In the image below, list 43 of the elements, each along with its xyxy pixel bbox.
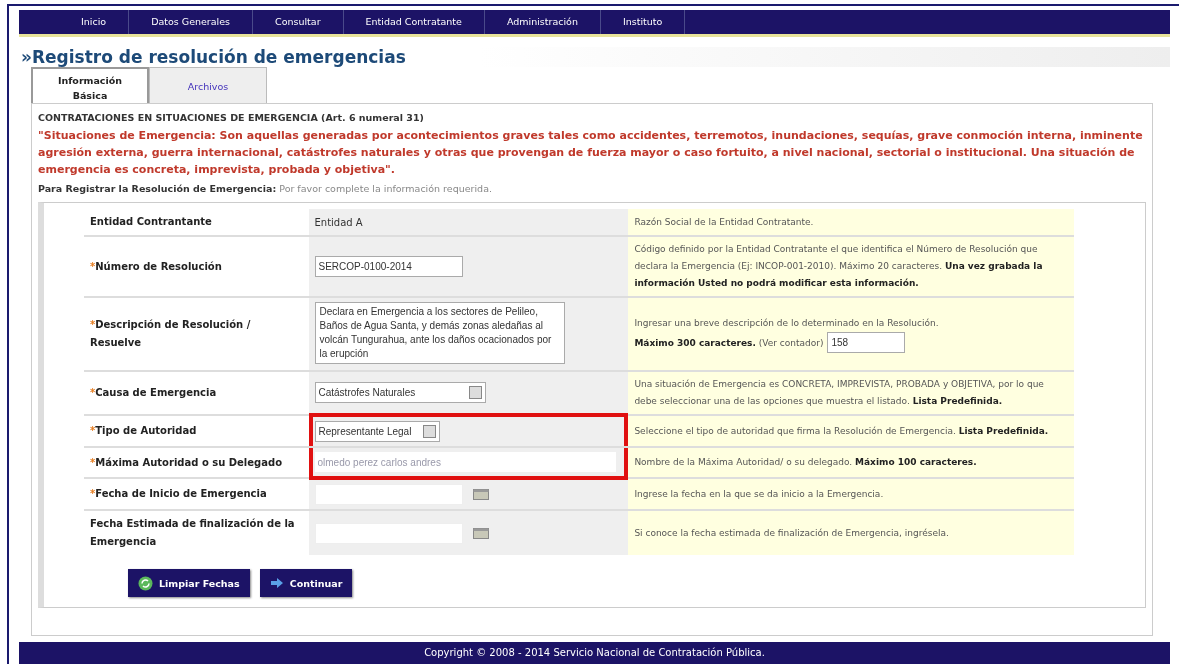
refresh-icon bbox=[138, 575, 153, 591]
nav-link[interactable]: Inicio bbox=[59, 10, 130, 34]
field-label: Entidad Contrantante bbox=[90, 216, 212, 227]
dropdown[interactable]: Representante Legal bbox=[314, 421, 441, 442]
field-label: *Causa de Emergencia bbox=[90, 387, 217, 398]
footer-text: Copyright © 2008 - 2014 Servicio Nacional de Contratación Pública. bbox=[19, 642, 1170, 664]
counter-field[interactable]: 158 bbox=[827, 332, 906, 353]
field-label: *Tipo de Autoridad bbox=[90, 425, 197, 436]
help-text: Nombre de la Máxima Autoridad/ o su delegado. Máximo 100 caracteres. bbox=[634, 456, 978, 469]
help-text: Una situación de Emergencia es CONCRETA, IMPREVISTA, PROBADA y OBJETIVA, por lo que debe seleccionar una de las opciones que muestra el listado. Lista Predefinida. bbox=[634, 378, 1045, 408]
help-text: Ingrese la fecha en la que se da inicio a la Emergencia. bbox=[634, 487, 885, 501]
nav-link[interactable]: Administración bbox=[484, 10, 601, 34]
arrow-icon bbox=[269, 577, 284, 589]
input-field[interactable]: SERCOP-0100-2014 bbox=[314, 256, 463, 277]
next-button[interactable]: Continuar bbox=[259, 569, 353, 597]
dropdown[interactable]: Catástrofes Naturales bbox=[314, 382, 486, 403]
tab[interactable]: Archivos bbox=[149, 67, 267, 103]
entity-value: Entidad A bbox=[314, 216, 363, 228]
nav-link[interactable]: Instituto bbox=[600, 10, 686, 34]
help-text: Seleccione el tipo de autoridad que firma la Resolución de Emergencia. Lista Predefinida. bbox=[634, 424, 1050, 438]
nav-link[interactable]: Entidad Contratante bbox=[343, 10, 485, 34]
calendar-icon[interactable] bbox=[472, 489, 489, 500]
help-text: Código definido por la Entidad Contratante el que identifica el Número de Resolución que declara la Emergencia (Ej: INCOP-001-2010). Máximo 20 caracteres. Una vez grabada la información Usted no podrá modificar esta información. bbox=[634, 243, 1044, 290]
help-text: Razón Social de la Entidad Contratante. bbox=[634, 215, 815, 229]
field-label: *Fecha de Inicio de Emergencia bbox=[90, 488, 267, 499]
section-heading: CONTRATACIONES EN SITUACIONES DE EMERGENCIA (Art. 6 numeral 31) bbox=[38, 112, 425, 123]
help-text: Ingresar una breve descripción de lo determinado en la Resolución. bbox=[634, 317, 940, 330]
field-label: *Descripción de Resolución / Resuelve bbox=[90, 319, 251, 348]
tab[interactable]: Información Básica bbox=[31, 67, 149, 103]
clear-button[interactable]: Limpiar Fechas bbox=[128, 569, 250, 597]
input-field[interactable]: olmedo perez carlos andres bbox=[314, 452, 616, 472]
textarea-field[interactable]: Declara en Emergencia a los sectores de Pelileo, Baños de Agua Santa, y demás zonas aledañas al volcán Tungurahua, ante los daños ocacionados por la erupción bbox=[314, 302, 565, 364]
help-text: Máximo 300 caracteres. (Ver contador) bbox=[634, 338, 824, 348]
instruction-text: Para Registrar la Resolución de Emergencia: Por favor complete la información requerida. bbox=[38, 183, 493, 194]
definition-text: "Situaciones de Emergencia: Son aquellas generadas por acontecimientos graves tales como accidentes, terremotos, inundaciones, sequías, grave conmoción interna, inminente agresión externa, guerra internacional, catástrofes naturales y otras que provengan de fuerza mayor o caso fortuito, a nivel nacional, sectorial o institucional. Una situación de emergencia es concreta, imprevista, probada y objetiva". bbox=[38, 128, 1144, 178]
field-label: *Número de Resolución bbox=[90, 260, 222, 272]
page-title: »Registro de resolución de emergencias bbox=[19, 47, 1170, 67]
calendar-icon[interactable] bbox=[472, 527, 489, 539]
field-label: *Máxima Autoridad o su Delegado bbox=[90, 456, 282, 468]
help-text: Si conoce la fecha estimada de finalización de Emergencia, ingrésela. bbox=[634, 526, 950, 540]
field-label: Fecha Estimada de finalización de la Emergencia bbox=[90, 518, 295, 547]
nav-link[interactable]: Datos Generales bbox=[129, 10, 254, 34]
nav-link[interactable]: Consultar bbox=[253, 10, 344, 34]
